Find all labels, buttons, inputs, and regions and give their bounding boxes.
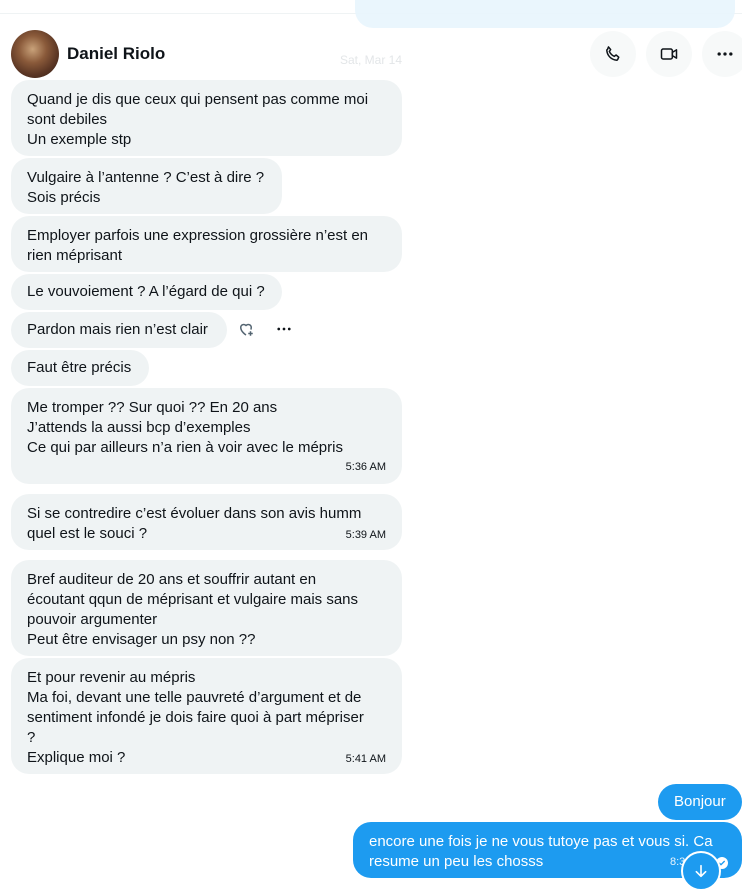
video-icon bbox=[660, 48, 678, 60]
message-text: Faut être précis bbox=[27, 359, 132, 376]
message-bubble[interactable]: Le vouvoiement ? A l’égard de qui ? bbox=[11, 274, 282, 310]
message-text: sont debiles bbox=[27, 111, 108, 128]
message-text: Explique moi ? bbox=[27, 749, 126, 766]
message-bubble[interactable]: Et pour revenir au mépris Ma foi, devant… bbox=[11, 658, 402, 774]
message-timestamp: 5:39 AM bbox=[345, 529, 386, 541]
video-call-button[interactable] bbox=[646, 31, 692, 77]
message-text: pouvoir argumenter bbox=[27, 611, 158, 628]
avatar[interactable] bbox=[11, 30, 59, 78]
message-text: ? bbox=[27, 729, 36, 746]
message-text: Me tromper ?? Sur quoi ?? En 20 ans bbox=[27, 399, 278, 416]
message-bubble[interactable]: Si se contredire c’est évoluer dans son … bbox=[11, 494, 402, 550]
message-text: écoutant qqun de méprisant et vulgaire m… bbox=[27, 591, 359, 608]
message-text: rien méprisant bbox=[27, 247, 123, 264]
message-text: Si se contredire c’est évoluer dans son … bbox=[27, 505, 362, 522]
message-text: Peut être envisager un psy non ?? bbox=[27, 631, 256, 648]
message-text: encore une fois je ne vous tutoye pas et… bbox=[369, 833, 713, 850]
message-text: Bref auditeur de 20 ans et souffrir auta… bbox=[27, 571, 317, 588]
message-bubble[interactable]: Bref auditeur de 20 ans et souffrir auta… bbox=[11, 560, 402, 656]
more-icon bbox=[717, 52, 733, 56]
message-text: Sois précis bbox=[27, 189, 101, 206]
message-bubble[interactable]: Quand je dis que ceux qui pensent pas co… bbox=[11, 80, 402, 156]
contact-name[interactable]: Daniel Riolo bbox=[67, 44, 165, 64]
message-text: sentiment infondé je dois faire quoi à p… bbox=[27, 709, 364, 726]
message-text: Ma foi, devant une telle pauvreté d’argu… bbox=[27, 689, 362, 706]
message-bubble[interactable]: Pardon mais rien n’est clair bbox=[11, 312, 227, 348]
message-bubble[interactable]: Employer parfois une expression grossièr… bbox=[11, 216, 402, 272]
arrow-down-icon bbox=[695, 864, 707, 878]
message-bubble[interactable]: Vulgaire à l’antenne ? C’est à dire ? So… bbox=[11, 158, 282, 214]
previous-sent-bubble-edge bbox=[355, 0, 735, 28]
message-text: Quand je dis que ceux qui pensent pas co… bbox=[27, 91, 369, 108]
add-reaction-icon[interactable] bbox=[237, 320, 255, 338]
message-text: Un exemple stp bbox=[27, 131, 132, 148]
message-text: Le vouvoiement ? A l’égard de qui ? bbox=[27, 283, 265, 300]
message-text: Et pour revenir au mépris bbox=[27, 669, 196, 686]
date-separator: Sat, Mar 14 bbox=[340, 53, 403, 67]
message-timestamp: 5:36 AM bbox=[345, 461, 386, 473]
message-text: Pardon mais rien n’est clair bbox=[27, 321, 208, 338]
message-text: quel est le souci ? bbox=[27, 525, 148, 542]
message-text: Bonjour bbox=[674, 793, 726, 810]
more-icon[interactable] bbox=[275, 320, 293, 338]
sent-message-bubble[interactable]: Bonjour bbox=[658, 784, 742, 820]
conversation-header: Daniel Riolo Sat, Mar 14 bbox=[0, 28, 742, 80]
message-text: Vulgaire à l’antenne ? C’est à dire ? bbox=[27, 169, 265, 186]
more-options-button[interactable] bbox=[702, 31, 742, 77]
message-actions bbox=[237, 320, 293, 338]
message-bubble[interactable]: Me tromper ?? Sur quoi ?? En 20 ans J’at… bbox=[11, 388, 402, 484]
scroll-to-bottom-button[interactable] bbox=[681, 851, 721, 891]
message-bubble[interactable]: Faut être précis bbox=[11, 350, 149, 386]
phone-icon bbox=[606, 46, 620, 61]
message-timestamp: 5:41 AM bbox=[345, 753, 386, 765]
message-text: Ce qui par ailleurs n’a rien à voir avec… bbox=[27, 439, 343, 456]
call-button[interactable] bbox=[590, 31, 636, 77]
message-text: J’attends la aussi bcp d’exemples bbox=[27, 419, 251, 436]
message-text: Employer parfois une expression grossièr… bbox=[27, 227, 369, 244]
